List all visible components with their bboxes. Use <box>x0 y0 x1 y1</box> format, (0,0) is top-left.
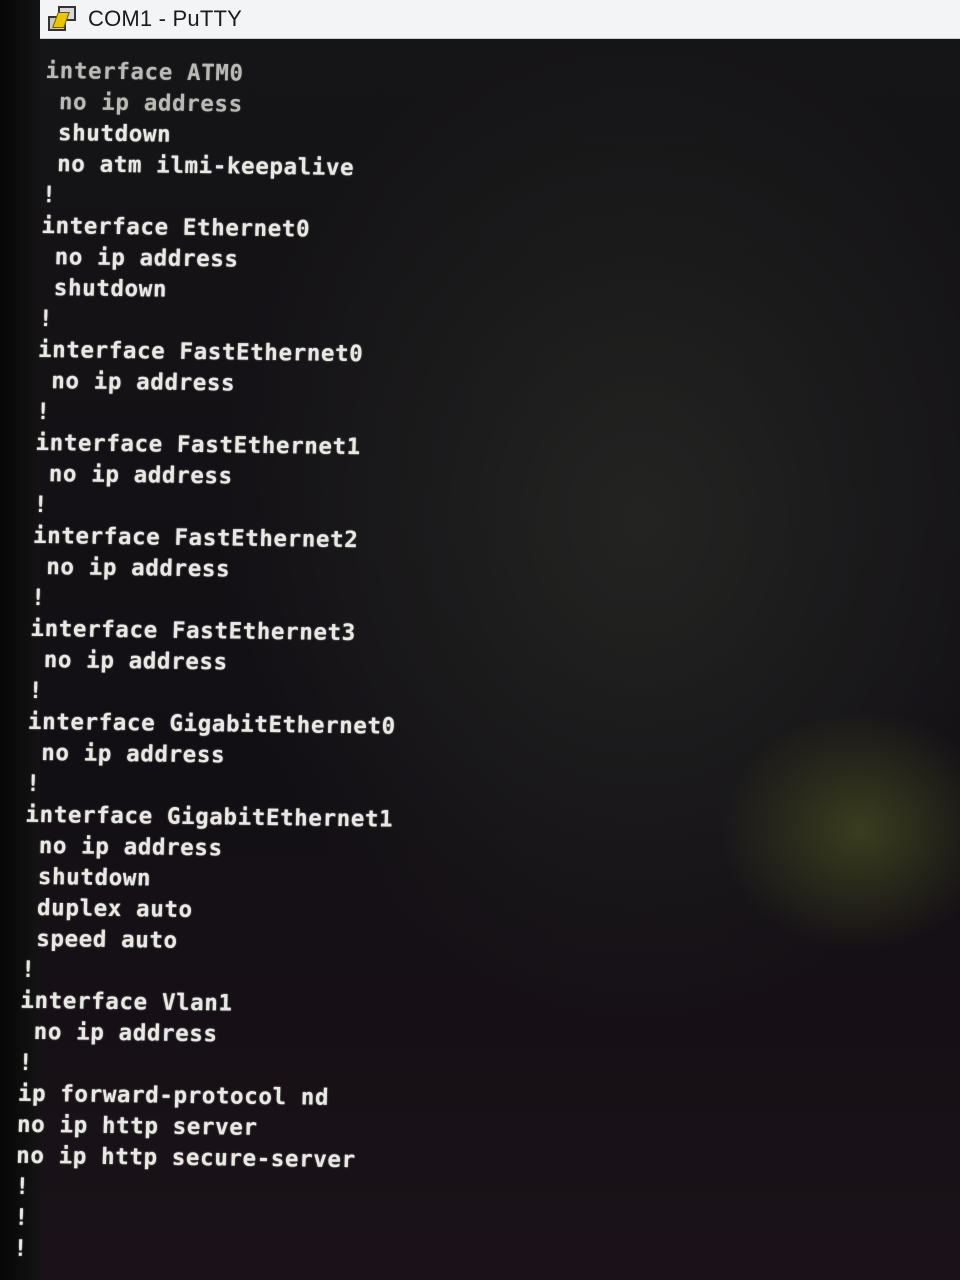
terminal-output[interactable]: interface ATM0 no ip address shutdown no… <box>13 56 926 1280</box>
photo-of-monitor: COM1 - PuTTY interface ATM0 no ip addres… <box>0 0 960 1280</box>
putty-icon[interactable] <box>46 4 76 34</box>
window-titlebar[interactable]: COM1 - PuTTY <box>40 0 960 39</box>
window-title: COM1 - PuTTY <box>88 6 242 31</box>
